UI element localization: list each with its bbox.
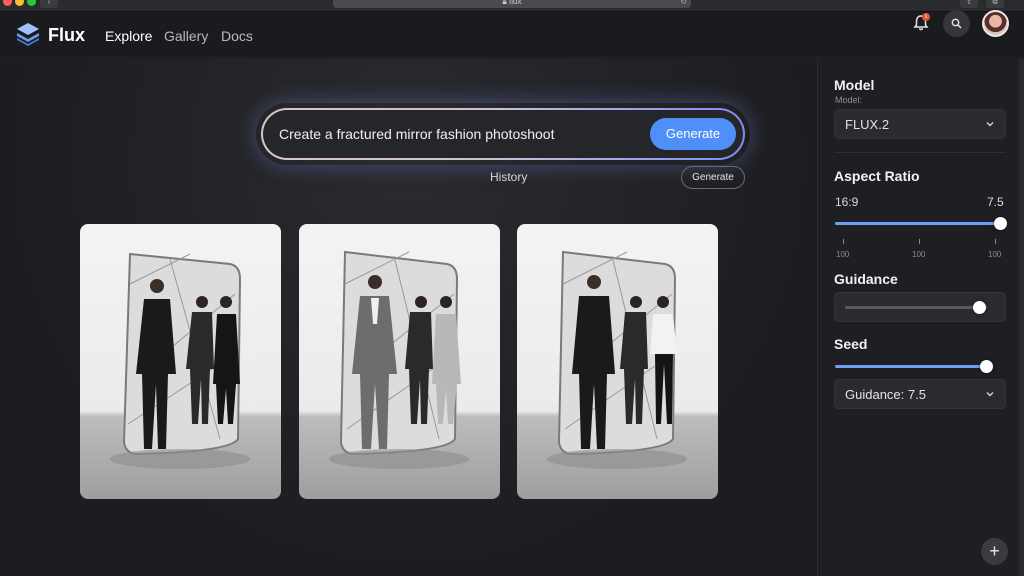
chevron-down-icon <box>986 122 994 127</box>
guidance-select-value: Guidance: 7.5 <box>845 387 926 402</box>
history-generate-button[interactable]: Generate <box>681 166 745 189</box>
url-text: flux <box>509 0 522 6</box>
lock-icon: 🔒︎ <box>502 0 507 6</box>
aspect-ratio-scale-value: 7.5 <box>987 195 1004 209</box>
slider-tick <box>843 239 844 244</box>
generate-button[interactable]: Generate <box>650 118 736 150</box>
share-icon[interactable]: ⇪ <box>960 0 978 8</box>
model-select-value: FLUX.2 <box>845 117 890 132</box>
guidance-select[interactable]: Guidance: 7.5 <box>834 379 1006 409</box>
model-select[interactable]: FLUX.2 <box>834 109 1006 139</box>
tabs-icon[interactable]: ⧉ <box>986 0 1004 8</box>
slider-tick <box>919 239 920 244</box>
back-icon[interactable]: ‹ <box>40 0 58 8</box>
history-label[interactable]: History <box>490 170 527 184</box>
browser-chrome: ‹ 🔒︎ flux ↻ ⇪ ⧉ <box>0 0 1024 12</box>
slider-tick-label: 100 <box>912 250 926 259</box>
nav-explore[interactable]: Explore <box>105 28 152 44</box>
chevron-down-icon <box>986 392 994 397</box>
model-title: Model <box>834 77 875 93</box>
fashion-photo-1 <box>110 252 250 469</box>
top-navigation: Flux Explore Gallery Docs <box>0 12 1024 58</box>
slider-tick-label: 100 <box>988 250 1002 259</box>
notification-badge: 1 <box>922 13 930 21</box>
aspect-ratio-slider-fill <box>835 222 1000 225</box>
nav-docs[interactable]: Docs <box>221 28 253 44</box>
prompt-text[interactable]: Create a fractured mirror fashion photos… <box>279 126 554 142</box>
model-sublabel: Model: <box>835 95 863 105</box>
maximize-window-button[interactable] <box>27 0 36 6</box>
minimize-window-button[interactable] <box>15 0 24 6</box>
seed-title: Seed <box>834 336 868 352</box>
close-window-button[interactable] <box>3 0 12 6</box>
aspect-ratio-value: 16:9 <box>835 195 859 209</box>
nav-gallery[interactable]: Gallery <box>164 28 208 44</box>
brand-name: Flux <box>48 25 86 45</box>
flux-logo-icon <box>17 23 39 46</box>
url-bar[interactable]: 🔒︎ flux ↻ <box>333 0 691 8</box>
guidance-slider-track[interactable] <box>845 306 987 309</box>
gallery-image-2[interactable] <box>299 224 500 499</box>
fashion-photo-2 <box>329 250 469 469</box>
search-icon <box>951 18 962 29</box>
aspect-ratio-slider-handle[interactable] <box>993 217 1007 230</box>
slider-tick <box>995 239 996 244</box>
gallery-image-1[interactable] <box>80 224 281 499</box>
seed-slider-fill <box>835 365 987 368</box>
add-button[interactable]: + <box>981 538 1008 565</box>
search-button[interactable] <box>943 10 970 37</box>
aspect-ratio-title: Aspect Ratio <box>834 168 920 184</box>
gallery-image-3[interactable] <box>517 224 718 499</box>
guidance-title: Guidance <box>834 271 898 287</box>
user-avatar[interactable] <box>982 10 1009 37</box>
divider <box>834 152 1006 153</box>
refresh-icon[interactable]: ↻ <box>680 0 687 8</box>
panel-scrollbar[interactable] <box>1019 59 1024 576</box>
slider-tick-label: 100 <box>836 250 850 259</box>
fashion-photo-3 <box>547 250 687 469</box>
